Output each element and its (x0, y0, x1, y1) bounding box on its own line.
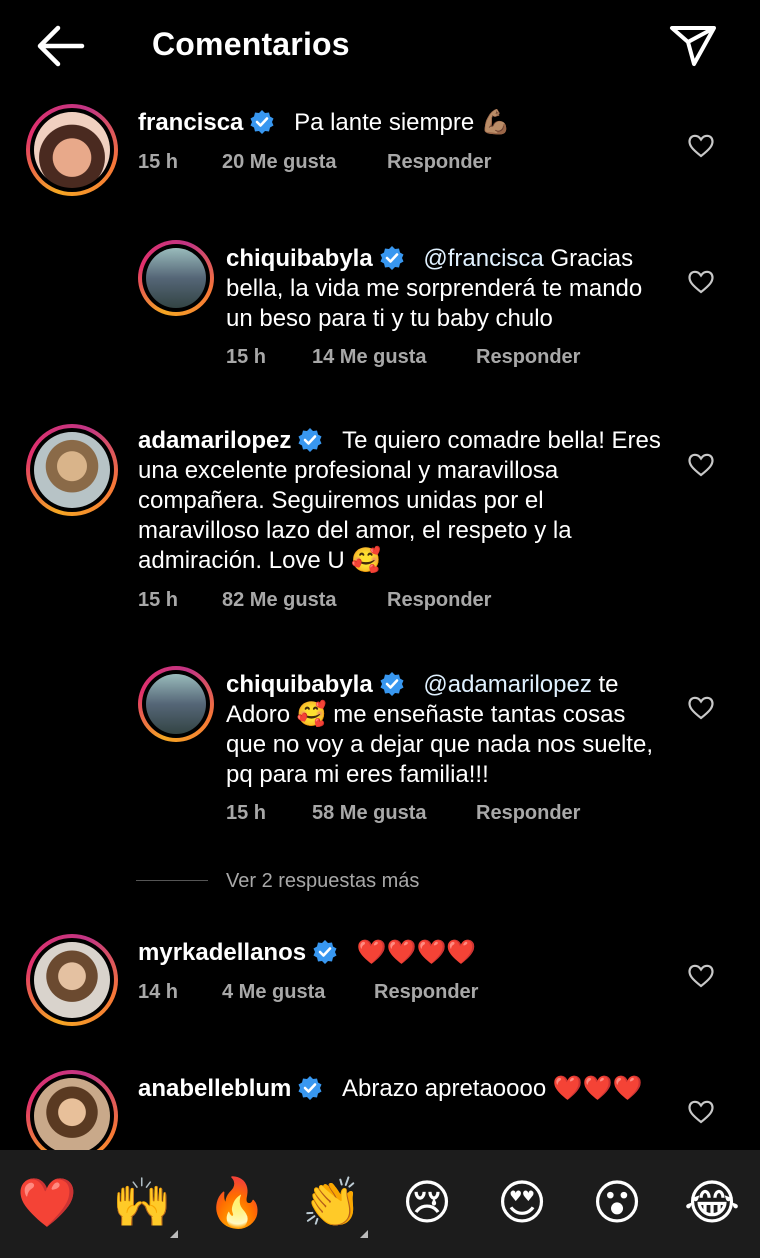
comment-username[interactable]: francisca (138, 109, 243, 136)
heart-outline-icon[interactable] (688, 696, 714, 720)
comment-3: adamarilopez Te quiero comadre bella! Er… (138, 426, 668, 576)
emoji-crying-face[interactable]: 😢 (395, 1176, 459, 1232)
comment-6: anabelleblum Abrazo apretaoooo ❤️❤️❤️ (138, 1074, 648, 1104)
heart-outline-icon[interactable] (688, 270, 714, 294)
emoji-heart-eyes[interactable]: 😍 (490, 1176, 554, 1232)
comment-time: 15 h (138, 151, 179, 173)
heart-outline-icon[interactable] (688, 964, 714, 988)
comment-2: chiquibabyla @francisca Gracias bella, l… (226, 244, 666, 334)
mention-link[interactable]: @adamarilopez (423, 671, 591, 698)
comment-text: ❤️❤️❤️❤️ (356, 939, 477, 966)
emoji-heart[interactable]: ❤️ (15, 1176, 79, 1232)
comment-username[interactable]: adamarilopez (138, 427, 291, 454)
verified-badge-icon (250, 110, 274, 134)
avatar[interactable] (138, 240, 214, 316)
page-title: Comentarios (152, 26, 350, 62)
avatar[interactable] (138, 666, 214, 742)
heart-outline-icon[interactable] (688, 134, 714, 158)
divider (136, 880, 208, 881)
verified-badge-icon (298, 1076, 322, 1100)
top-bar: Comentarios (0, 0, 760, 92)
likes-count[interactable]: 4 Me gusta (222, 981, 325, 1004)
comment-text: Abrazo apretaoooo ❤️❤️❤️ (342, 1075, 643, 1102)
skin-tone-indicator (360, 1230, 368, 1238)
avatar[interactable] (26, 1070, 118, 1162)
verified-badge-icon (298, 428, 322, 452)
avatar[interactable] (26, 424, 118, 516)
reply-button[interactable]: Responder (387, 151, 491, 174)
comment-username[interactable]: anabelleblum (138, 1075, 291, 1102)
emoji-reaction-bar: ❤️ 🙌 🔥 👏 😢 😍 😮 😂 (0, 1150, 760, 1258)
verified-badge-icon (313, 940, 337, 964)
reply-button[interactable]: Responder (374, 981, 478, 1004)
comment-username[interactable]: chiquibabyla (226, 245, 373, 272)
mention-link[interactable]: @francisca (423, 245, 543, 272)
emoji-surprised-face[interactable]: 😮 (585, 1176, 649, 1232)
comment-time: 14 h (138, 981, 179, 1003)
comment-1: francisca Pa lante siempre 💪🏽 (138, 108, 678, 138)
avatar[interactable] (26, 934, 118, 1026)
view-more-replies-button[interactable]: Ver 2 respuestas más (226, 870, 419, 893)
skin-tone-indicator (170, 1230, 178, 1238)
comment-username[interactable]: chiquibabyla (226, 671, 373, 698)
emoji-raised-hands[interactable]: 🙌 (110, 1176, 174, 1232)
likes-count[interactable]: 14 Me gusta (312, 346, 426, 369)
comment-4: chiquibabyla @adamarilopez te Adoro 🥰 me… (226, 670, 666, 790)
back-arrow-icon[interactable] (34, 24, 86, 68)
avatar[interactable] (26, 104, 118, 196)
comment-username[interactable]: myrkadellanos (138, 939, 306, 966)
send-icon[interactable] (668, 22, 718, 68)
reply-button[interactable]: Responder (476, 802, 580, 825)
emoji-fire[interactable]: 🔥 (205, 1176, 269, 1232)
emoji-tears-of-joy[interactable]: 😂 (680, 1176, 744, 1232)
comment-time: 15 h (138, 589, 179, 611)
verified-badge-icon (380, 246, 404, 270)
comment-5: myrkadellanos ❤️❤️❤️❤️ (138, 938, 678, 968)
comment-text: Pa lante siempre 💪🏽 (294, 109, 511, 136)
heart-outline-icon[interactable] (688, 1100, 714, 1124)
comment-time: 15 h (226, 346, 267, 368)
heart-outline-icon[interactable] (688, 453, 714, 477)
verified-badge-icon (380, 672, 404, 696)
likes-count[interactable]: 82 Me gusta (222, 589, 336, 612)
reply-button[interactable]: Responder (387, 589, 491, 612)
emoji-clapping-hands[interactable]: 👏 (300, 1176, 364, 1232)
likes-count[interactable]: 58 Me gusta (312, 802, 426, 825)
likes-count[interactable]: 20 Me gusta (222, 151, 336, 174)
comment-time: 15 h (226, 802, 267, 824)
reply-button[interactable]: Responder (476, 346, 580, 369)
